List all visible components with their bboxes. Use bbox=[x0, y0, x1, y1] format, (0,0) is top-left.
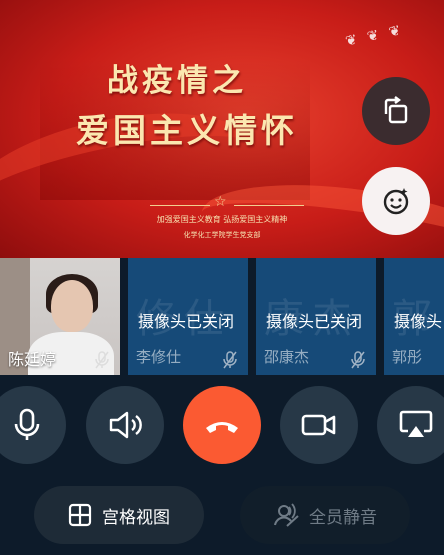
grid-view-button[interactable]: 宫格视图 bbox=[34, 486, 204, 544]
participant-name: 郭彤 bbox=[392, 348, 423, 366]
screen-share-button[interactable] bbox=[377, 386, 444, 464]
video-camera-icon bbox=[301, 414, 336, 436]
participant-tile[interactable]: 康杰 摄像头已关闭 邵康杰 bbox=[256, 258, 376, 375]
mic-muted-icon bbox=[223, 351, 237, 369]
camera-off-label: 摄像头 bbox=[394, 312, 443, 331]
participant-video bbox=[51, 280, 93, 332]
banner-organizer: 化学化工学院学生党支部 bbox=[183, 231, 261, 239]
microphone-icon bbox=[14, 408, 40, 440]
mute-all-icon bbox=[274, 503, 299, 527]
speaker-button[interactable] bbox=[86, 386, 164, 464]
participant-name: 李修仕 bbox=[136, 348, 182, 366]
participant-name: 邵康杰 bbox=[264, 348, 310, 366]
participant-tile-self[interactable]: 陈廷婷 bbox=[0, 258, 120, 375]
participant-name: 陈廷婷 bbox=[8, 350, 57, 369]
participant-tile[interactable]: 修仕 摄像头已关闭 李修仕 bbox=[128, 258, 248, 375]
camera-off-label: 摄像头已关闭 bbox=[138, 312, 235, 331]
divider bbox=[234, 205, 304, 206]
doves-decoration: ❦ ❦ ❦ bbox=[343, 22, 406, 50]
star-icon: ☆ bbox=[214, 194, 227, 210]
mute-all-label: 全员静音 bbox=[309, 507, 377, 528]
camera-off-label: 摄像头已关闭 bbox=[266, 312, 363, 331]
beauty-filter-button[interactable] bbox=[362, 167, 430, 235]
grid-view-label: 宫格视图 bbox=[102, 507, 170, 528]
participant-tile[interactable]: 郭 摄像头 郭彤 bbox=[384, 258, 444, 375]
hang-up-button[interactable] bbox=[183, 386, 261, 464]
microphone-button[interactable] bbox=[0, 386, 66, 464]
speaker-icon bbox=[109, 411, 142, 439]
video-camera-button[interactable] bbox=[280, 386, 358, 464]
divider bbox=[150, 205, 210, 206]
beauty-face-icon bbox=[383, 188, 409, 215]
mic-muted-icon bbox=[351, 351, 365, 369]
mute-all-button[interactable]: 全员静音 bbox=[240, 486, 410, 544]
hang-up-icon bbox=[206, 422, 238, 433]
rotate-screen-button[interactable] bbox=[362, 77, 430, 145]
mic-muted-icon bbox=[95, 351, 109, 369]
grid-icon bbox=[68, 503, 92, 527]
rotate-screen-icon bbox=[384, 96, 408, 124]
screen-share-icon bbox=[399, 410, 433, 437]
participant-strip[interactable]: 陈廷婷 修仕 摄像头已关闭 李修仕 康杰 摄像头已关闭 邵康杰 郭 摄像头 郭彤 bbox=[0, 258, 444, 378]
